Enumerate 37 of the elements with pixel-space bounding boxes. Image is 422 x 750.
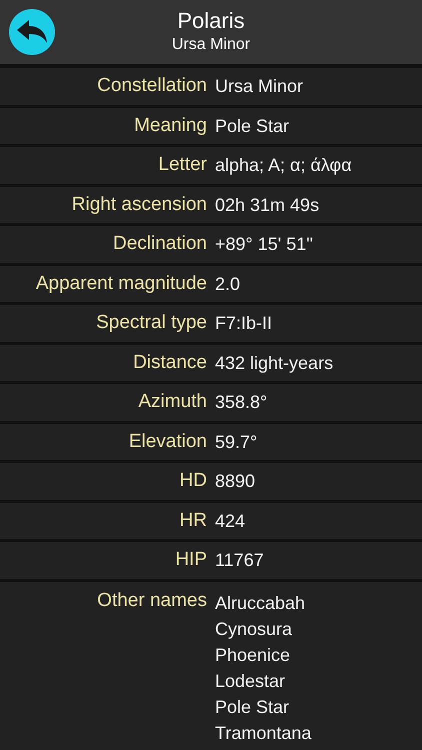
field-value: 11767 [215,549,264,572]
field-label: Declination [112,233,207,256]
star-title: Polaris [177,8,245,34]
field-label: Letter [157,154,207,176]
field-value: Lodestar [215,670,286,692]
back-button[interactable] [9,9,55,55]
field-value: Ursa Minor [215,75,304,98]
field-value: Cynosura [215,618,294,641]
field-value: 432 light-years [215,352,334,374]
field-value: 2.0 [215,272,240,295]
field-label: Spectral type [95,312,207,334]
field-value: Alruccabah [215,592,306,614]
constellation-subtitle: Ursa Minor [172,35,250,55]
field-value: 59.7° [215,430,258,453]
field-value: F7:Ib-II [215,312,272,334]
back-arrow-icon [17,20,47,44]
field-label: Right ascension [70,194,207,216]
field-value: +89° 15' 51'' [215,233,314,256]
field-value: 358.8° [215,391,268,414]
field-label: Other names [96,590,207,612]
field-value: 02h 31m 49s [215,194,320,216]
field-value: Phoenice [215,644,292,666]
field-label: Azimuth [137,391,207,414]
field-label: HD [178,470,207,492]
field-label: HIP [174,549,207,572]
field-value: Tramontana [215,722,312,744]
field-label: Apparent magnitude [34,272,207,295]
field-value: 424 [215,510,246,532]
field-label: Constellation [96,75,207,98]
field-value: Pole Star [215,696,290,718]
field-label: HR [178,510,207,532]
field-value: Pole Star [215,114,290,137]
field-value: alpha; A; α; άλφα [215,154,352,176]
field-label: Meaning [133,114,207,137]
field-label: Distance [132,352,207,374]
field-label: Elevation [128,430,207,453]
field-value: 8890 [215,470,256,492]
